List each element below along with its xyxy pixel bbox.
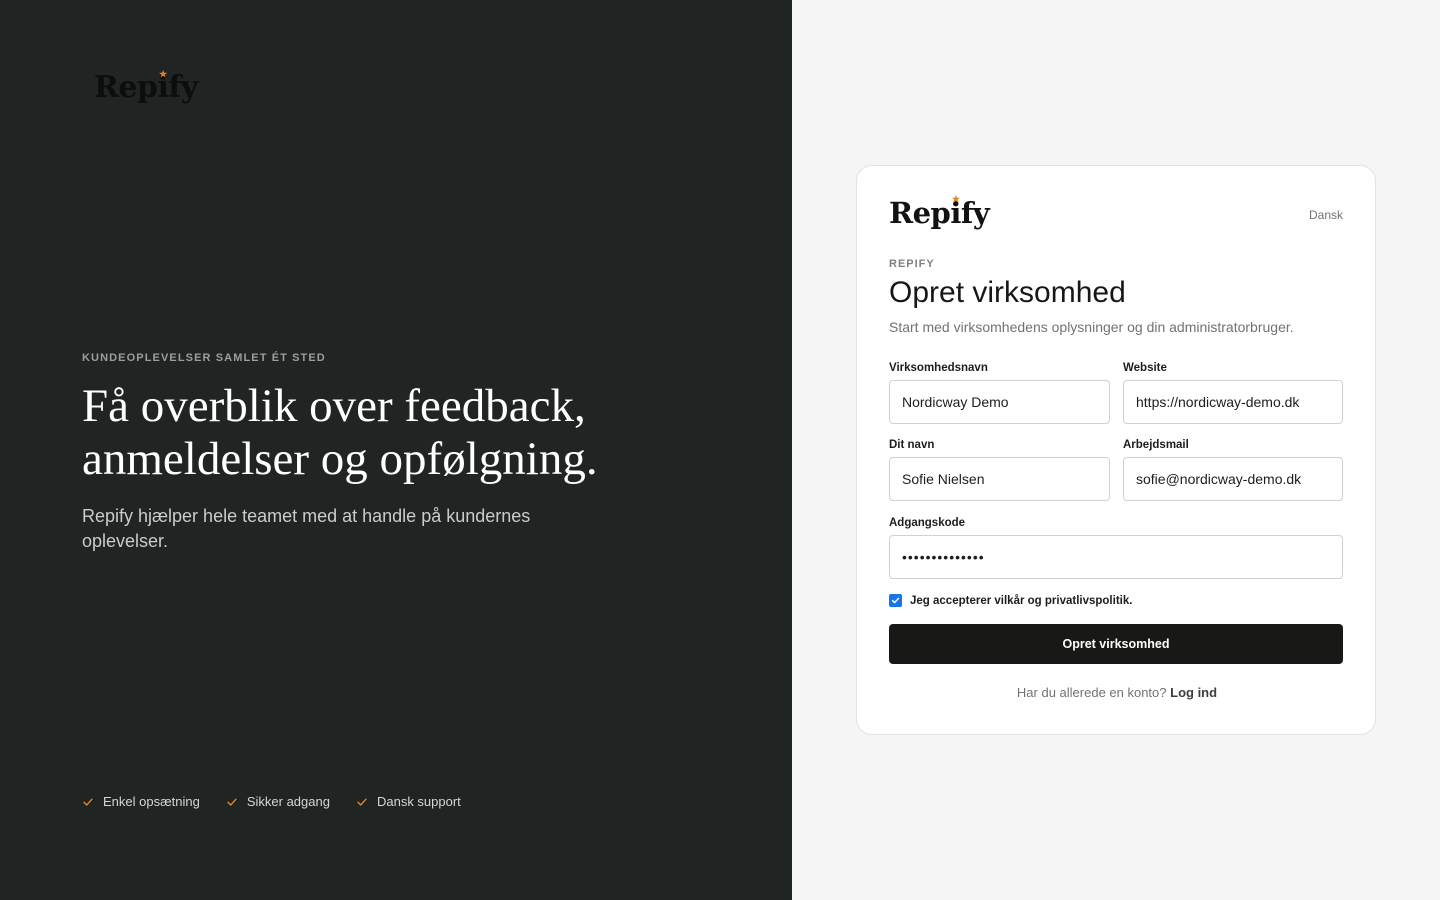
website-field-group: Website https://nordicway-demo.dk xyxy=(1123,362,1343,424)
card-eyebrow: REPIFY xyxy=(889,258,935,270)
checkmark-icon xyxy=(891,597,900,604)
company-name-label: Virksomhedsnavn xyxy=(889,362,988,374)
create-company-button[interactable]: Opret virksomhed xyxy=(889,624,1343,664)
marketing-headline: Få overblik over feedback, anmeldelser og… xyxy=(82,380,598,485)
repify-logo: Repi ★ fy xyxy=(94,70,198,105)
work-email-field-group: Arbejdsmail sofie@nordicway-demo.dk xyxy=(1123,439,1343,501)
full-name-field-group: Dit navn Sofie Nielsen xyxy=(889,439,1110,501)
star-icon: ★ xyxy=(951,195,960,205)
repify-logo: Repi ★ fy xyxy=(889,195,990,231)
password-input[interactable]: •••••••••••••• xyxy=(889,535,1343,579)
check-icon xyxy=(357,798,367,806)
password-label: Adgangskode xyxy=(889,517,966,529)
star-icon: ★ xyxy=(159,70,167,80)
password-field-group: Adgangskode •••••••••••••• xyxy=(889,517,1343,579)
signup-card: Repi ★ fy Dansk REPIFY Opret virksomhed St… xyxy=(856,165,1376,735)
feature-label: Enkel opsætning xyxy=(103,794,200,809)
check-icon xyxy=(227,798,237,806)
full-name-label: Dit navn xyxy=(889,439,935,451)
language-selector[interactable]: Dansk xyxy=(1309,208,1343,222)
feature-item: Sikker adgang xyxy=(226,794,330,809)
terms-label[interactable]: Jeg accepterer vilkår og privatlivspolit… xyxy=(910,595,1132,607)
terms-checkbox[interactable] xyxy=(889,594,902,607)
marketing-lead: Repify hjælper hele teamet med at handle… xyxy=(82,506,531,551)
website-label: Website xyxy=(1123,362,1167,374)
marketing-panel: Repi ★ fy KUNDEOPLEVELSER SAMLET ÉT STED F… xyxy=(0,0,792,900)
check-icon xyxy=(83,798,93,806)
login-prompt-text: Har du allerede en konto? xyxy=(1016,685,1167,700)
page-title: Opret virksomhed xyxy=(889,276,1126,309)
page-subtitle: Start med virksomhedens oplysninger og d… xyxy=(889,319,1294,335)
login-link[interactable]: Log ind xyxy=(1170,685,1217,700)
feature-label: Dansk support xyxy=(376,794,461,809)
marketing-eyebrow: KUNDEOPLEVELSER SAMLET ÉT STED xyxy=(82,352,326,364)
company-name-input[interactable]: Nordicway Demo xyxy=(889,380,1110,424)
feature-list: Enkel opsætning Sikker adgang Dansk supp… xyxy=(82,794,461,809)
terms-row: Jeg accepterer vilkår og privatlivspolit… xyxy=(889,594,1132,607)
login-prompt-row: Har du allerede en konto? Log ind xyxy=(857,685,1377,700)
feature-item: Enkel opsætning xyxy=(82,794,200,809)
full-name-input[interactable]: Sofie Nielsen xyxy=(889,457,1110,501)
website-input[interactable]: https://nordicway-demo.dk xyxy=(1123,380,1343,424)
company-name-field-group: Virksomhedsnavn Nordicway Demo xyxy=(889,362,1110,424)
work-email-label: Arbejdsmail xyxy=(1123,439,1189,451)
work-email-input[interactable]: sofie@nordicway-demo.dk xyxy=(1123,457,1343,501)
feature-label: Sikker adgang xyxy=(246,794,330,809)
feature-item: Dansk support xyxy=(356,794,461,809)
